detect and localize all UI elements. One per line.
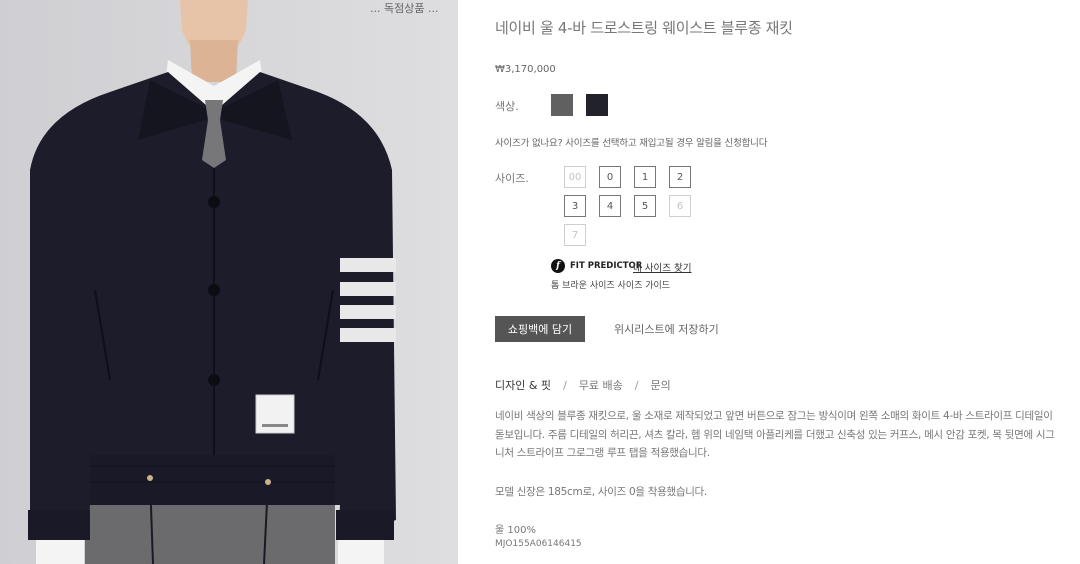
info-tabs: 디자인 & 핏 / 무료 배송 / 문의 [495,377,671,393]
jacket-illustration [0,0,458,564]
model-info: 모델 신장은 185cm로, 사이즈 0을 착용했습니다. [495,486,707,498]
tab-inquiry[interactable]: 문의 [650,379,670,392]
save-to-wishlist-button[interactable]: 위시리스트에 저장하기 [614,321,719,337]
color-swatch-grey[interactable] [551,94,573,116]
size-guide-link[interactable]: 톰 브라운 사이즈 사이즈 가이드 [551,278,670,291]
fit-predictor-icon: f [551,259,565,273]
product-price: ₩3,170,000 [495,64,556,75]
size-label: 사이즈. [495,172,529,185]
color-swatch-navy[interactable] [586,94,608,116]
size-option[interactable]: 0 [599,166,621,188]
size-option: 6 [669,195,691,217]
product-sku: MJO155A06146415 [495,539,582,549]
material-info: 울 100% [495,525,536,536]
exclusive-badge: ... 독점상품 ... [370,2,439,15]
size-option[interactable]: 3 [564,195,586,217]
fit-predictor-label: FIT PREDICTOR [570,261,643,271]
tab-separator: / [634,379,639,392]
product-title: 네이비 울 4-바 드로스트링 웨이스트 블루종 재킷 [495,19,793,37]
product-description: 네이비 색상의 블루종 재킷으로, 울 소재로 제작되었고 앞면 버튼으로 잠그… [495,410,1055,459]
tab-design-fit[interactable]: 디자인 & 핏 [495,379,551,392]
tab-free-shipping[interactable]: 무료 배송 [579,379,623,392]
find-my-size-link[interactable]: 내 사이즈 찾기 [633,260,691,274]
size-option: 7 [564,224,586,246]
size-option[interactable]: 4 [599,195,621,217]
size-restock-notice[interactable]: 사이즈가 없나요? 사이즈를 선택하고 재입고될 경우 알림을 신청합니다 [495,135,767,149]
tab-separator: / [563,379,567,392]
product-image: ... 독점상품 ... [0,0,458,564]
size-option[interactable]: 2 [669,166,691,188]
add-to-bag-button[interactable]: 쇼핑백에 담기 [495,316,585,342]
size-option[interactable]: 5 [634,195,656,217]
size-option: 00 [564,166,586,188]
size-option[interactable]: 1 [634,166,656,188]
color-label: 색상. [495,100,519,113]
